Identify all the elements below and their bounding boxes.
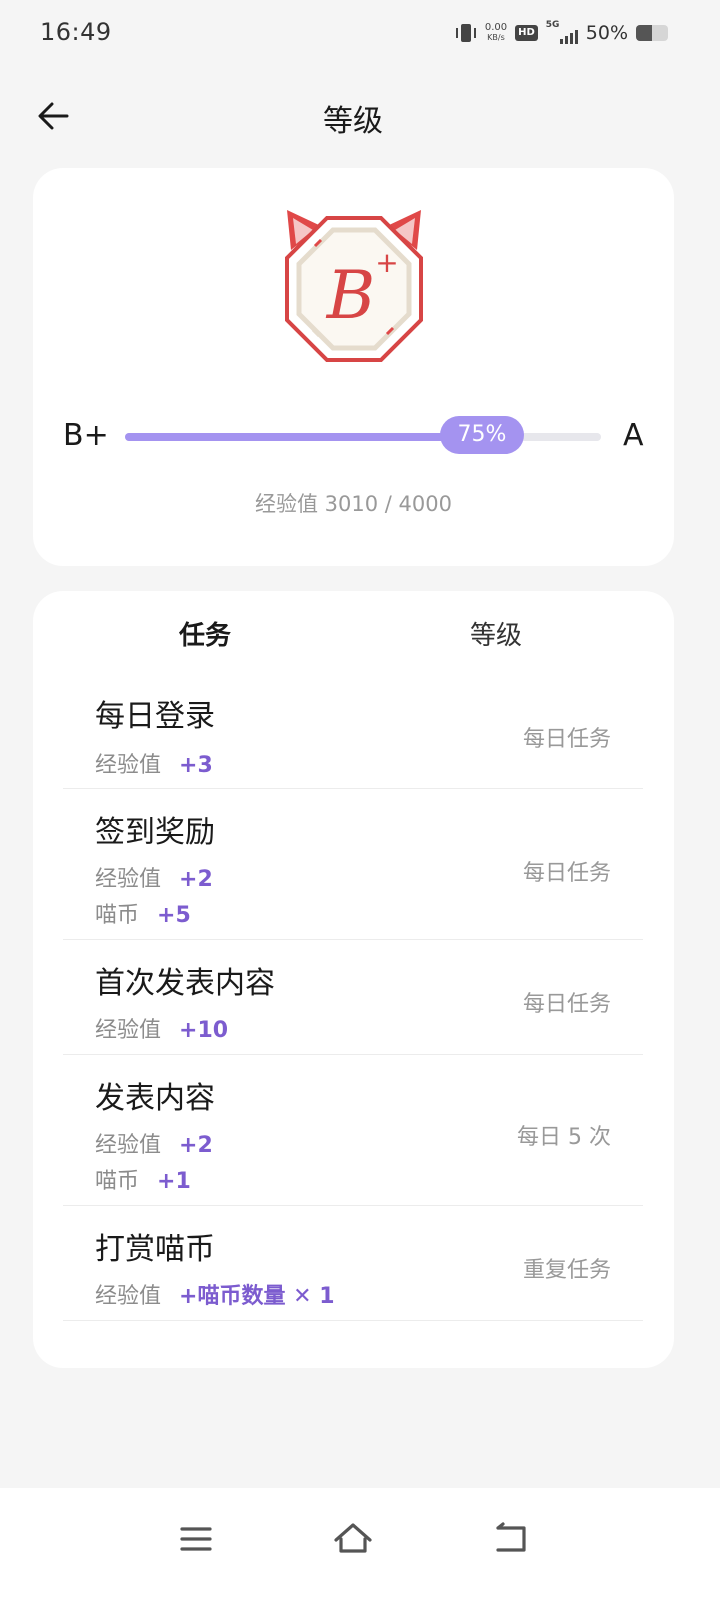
task-title: 每日登录 [95, 699, 215, 734]
task-item-checkin-reward: 签到奖励 经验值 +2 喵币 +5 每日任务 [63, 789, 643, 940]
signal-icon: 5G [545, 20, 578, 44]
reward-value: +3 [179, 753, 213, 778]
progress-percent-badge: 75% [440, 416, 524, 454]
reward-row: 喵币 +5 [95, 897, 191, 929]
tasks-card: 任务 等级 每日登录 经验值 +3 每日任务 签到奖励 经验值 +2 喵币 +5 每日… [33, 591, 674, 1368]
next-level: A [623, 418, 644, 453]
tab-tasks[interactable]: 任务 [179, 615, 231, 652]
level-card: B + B+ 75% A 经验值 3010 / 4000 [33, 168, 674, 566]
reward-row: 喵币 +1 [95, 1163, 191, 1195]
reward-label: 经验值 [95, 1133, 162, 1158]
reward-value: +2 [179, 1133, 213, 1158]
reward-row: 经验值 +2 [95, 1127, 213, 1159]
system-back-button[interactable] [486, 1514, 536, 1564]
battery-icon [636, 25, 668, 41]
back-icon [496, 1522, 526, 1552]
task-frequency: 每日任务 [522, 992, 611, 1017]
task-title: 首次发表内容 [95, 966, 275, 1001]
reward-label: 经验值 [95, 1284, 162, 1309]
reward-label: 经验值 [95, 867, 162, 892]
home-icon [334, 1523, 372, 1553]
task-frequency: 重复任务 [522, 1258, 611, 1283]
status-bar: 16:49 0.00 KB/s HD 5G 50% [0, 0, 720, 66]
status-icons: 0.00 KB/s HD 5G 50% [455, 18, 668, 48]
navigation-bar [0, 1488, 720, 1600]
task-list: 每日登录 经验值 +3 每日任务 签到奖励 经验值 +2 喵币 +5 每日任务 首次发… [63, 669, 643, 1321]
experience-text: 经验值 3010 / 4000 [255, 492, 452, 516]
reward-label: 喵币 [95, 903, 140, 928]
network-type: 5G [545, 20, 560, 30]
reward-value: +2 [179, 867, 213, 892]
network-speed-unit: KB/s [487, 33, 505, 42]
menu-button[interactable] [171, 1514, 221, 1564]
task-item-daily-login: 每日登录 经验值 +3 每日任务 [63, 669, 643, 789]
reward-label: 喵币 [95, 1169, 140, 1194]
reward-row: 经验值 +喵币数量 ✕ 1 [95, 1278, 335, 1310]
vibrate-icon [455, 22, 477, 44]
badge-letter: B [326, 257, 376, 334]
reward-value: +5 [157, 903, 191, 928]
reward-label: 经验值 [95, 753, 162, 778]
page-title: 等级 [323, 104, 383, 139]
status-time: 16:49 [40, 18, 112, 46]
battery-percent: 50% [585, 22, 628, 44]
task-frequency: 每日任务 [522, 861, 611, 886]
reward-label: 经验值 [95, 1018, 162, 1043]
network-speed-value: 0.00 [484, 22, 508, 33]
current-level: B+ [63, 418, 109, 453]
reward-value: +10 [179, 1018, 229, 1043]
task-title: 签到奖励 [95, 815, 215, 850]
task-item-first-post: 首次发表内容 经验值 +10 每日任务 [63, 940, 643, 1055]
task-frequency: 每日 5 次 [517, 1125, 611, 1150]
task-title: 发表内容 [95, 1081, 215, 1116]
reward-row: 经验值 +3 [95, 747, 213, 779]
task-item-tip-coins: 打赏喵币 经验值 +喵币数量 ✕ 1 重复任务 [63, 1206, 643, 1321]
task-item-post-content: 发表内容 经验值 +2 喵币 +1 每日 5 次 [63, 1055, 643, 1206]
badge-plus: + [375, 246, 398, 279]
reward-value: +喵币数量 ✕ 1 [179, 1284, 335, 1309]
hd-badge: HD [515, 25, 538, 41]
level-progress-fill [125, 433, 482, 441]
menu-icon [180, 1527, 212, 1551]
task-title: 打赏喵币 [95, 1232, 215, 1267]
reward-row: 经验值 +2 [95, 861, 213, 893]
reward-row: 经验值 +10 [95, 1012, 228, 1044]
cat-badge-icon: B + [285, 210, 423, 362]
tab-level[interactable]: 等级 [470, 615, 522, 652]
level-progress-bar: 75% [125, 416, 601, 454]
task-frequency: 每日任务 [522, 727, 611, 752]
network-speed: 0.00 KB/s [485, 23, 507, 43]
reward-value: +1 [157, 1169, 191, 1194]
home-button[interactable] [328, 1514, 378, 1564]
